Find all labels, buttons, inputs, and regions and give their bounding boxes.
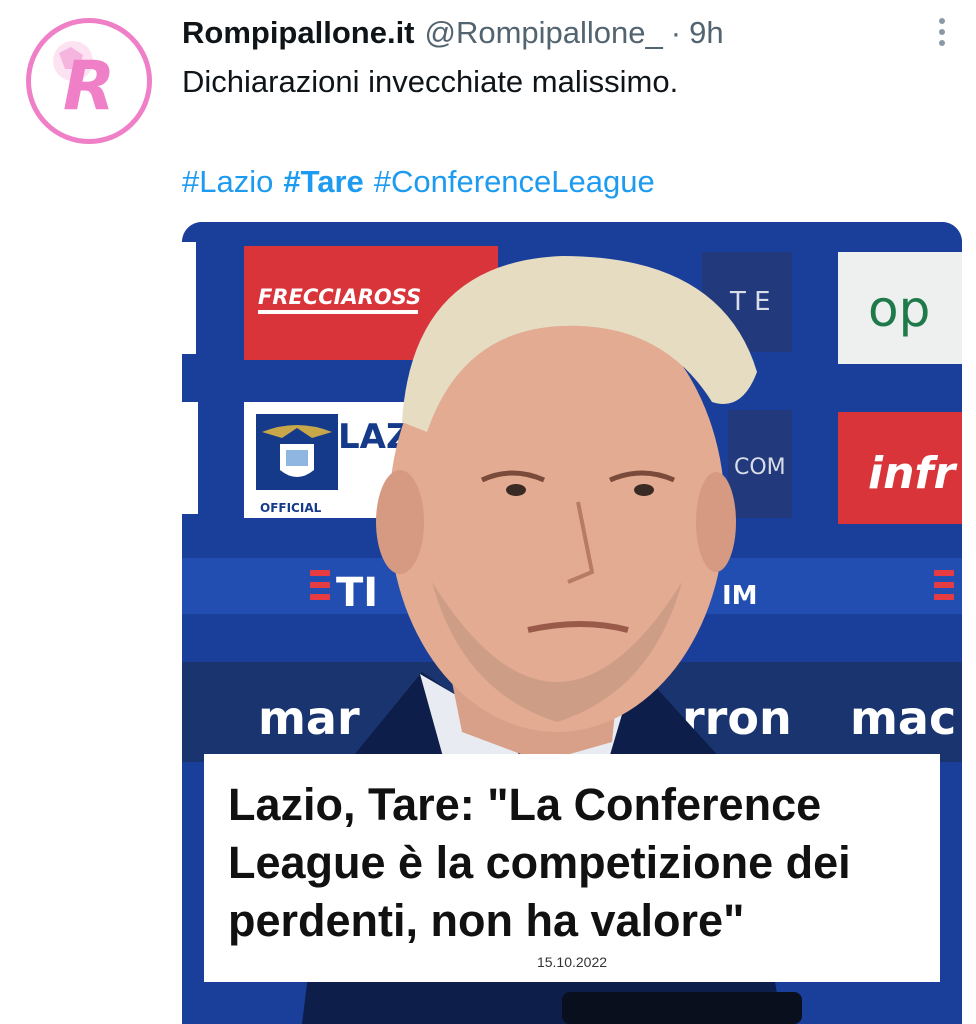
sponsor-oppo-text: op [868, 280, 930, 338]
sponsor-macron-left-text: mar [258, 691, 360, 745]
tweet-text: Dichiarazioni invecchiate malissimo. [182, 64, 679, 99]
tweet-media-image[interactable]: FRECCIAROSS T E op LAZ OFFICIAL COM infr… [182, 222, 962, 1024]
sponsor-tim-right-text: IM [722, 581, 758, 611]
sponsor-te-text: T E [729, 287, 771, 317]
author-name[interactable]: Rompipallone.it [182, 15, 415, 51]
hashtag-tare[interactable]: #Tare [283, 164, 363, 199]
headline-text: Lazio, Tare: "La Conference League è la … [228, 779, 851, 946]
sponsor-tim-left-text: TI [336, 570, 378, 616]
hashtag-list: #Lazio #Tare #ConferenceLeague [182, 164, 665, 200]
headline-caption-box: Lazio, Tare: "La Conference League è la … [204, 754, 940, 982]
author-handle[interactable]: @Rompipallone_ [425, 15, 663, 51]
rompipallone-logo-icon: R [53, 41, 115, 126]
avatar-letter: R [63, 47, 115, 126]
hashtag-lazio[interactable]: #Lazio [182, 164, 273, 199]
tweet-header: Rompipallone.it @Rompipallone_ · 9h [182, 12, 724, 54]
sponsor-lazio-sub-text: OFFICIAL [260, 501, 322, 515]
more-vertical-icon[interactable] [930, 12, 954, 52]
sponsor-macron-right-text: mac [850, 691, 956, 745]
sponsor-frecciarossa-text: FRECCIAROSS [258, 285, 421, 309]
tweet-timestamp[interactable]: 9h [689, 15, 723, 51]
sponsor-com-text: COM [734, 455, 786, 480]
hashtag-conferenceleague[interactable]: #ConferenceLeague [374, 164, 655, 199]
separator-dot: · [670, 15, 682, 50]
author-avatar[interactable]: R [26, 18, 152, 144]
sponsor-infront-text: infr [868, 448, 958, 499]
headline-date: 15.10.2022 [536, 954, 608, 970]
